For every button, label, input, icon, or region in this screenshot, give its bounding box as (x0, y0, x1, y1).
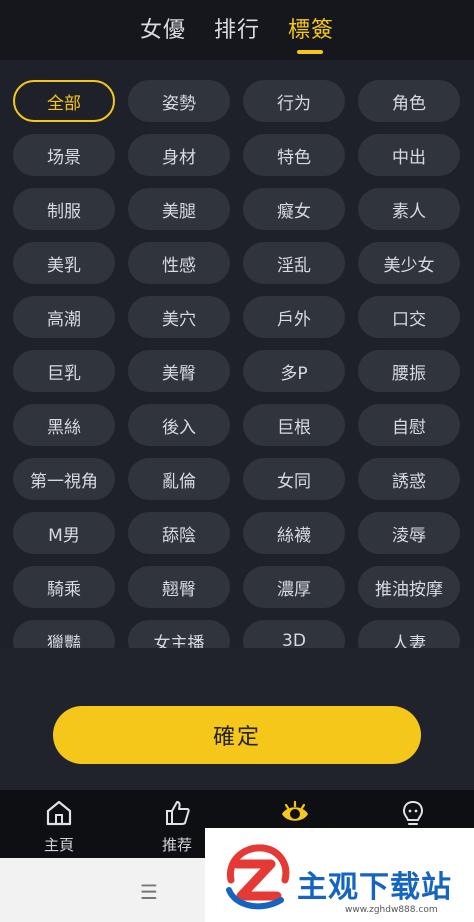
nav-label-home: 主頁 (43, 836, 74, 854)
tag-chip[interactable]: 全部 (13, 80, 115, 122)
tag-chip[interactable]: 女主播 (128, 620, 230, 648)
tag-chip[interactable]: 行为 (243, 80, 345, 122)
tag-chip[interactable]: 美腿 (128, 188, 230, 230)
tag-chip[interactable]: 巨根 (243, 404, 345, 446)
confirm-button[interactable]: 確定 (53, 706, 421, 764)
tag-chip[interactable]: 誘惑 (358, 458, 460, 500)
tag-chip[interactable]: 3D (243, 620, 345, 648)
tag-chip[interactable]: 舔陰 (128, 512, 230, 554)
tag-chip[interactable]: 戶外 (243, 296, 345, 338)
tag-chip[interactable]: 絲襪 (243, 512, 345, 554)
tag-chip[interactable]: 黑絲 (13, 404, 115, 446)
tag-chip[interactable]: 美乳 (13, 242, 115, 284)
tag-chip[interactable]: 癡女 (243, 188, 345, 230)
tab-ranking[interactable]: 排行 (214, 12, 260, 44)
tag-chip[interactable]: 美臀 (128, 350, 230, 392)
watermark-url: www.zghdw888.com (345, 905, 438, 915)
tag-chip[interactable]: 身材 (128, 134, 230, 176)
watermark-logo-icon (226, 844, 290, 910)
thumbs-up-icon (166, 801, 190, 825)
tag-chip[interactable]: 淫乱 (243, 242, 345, 284)
tag-chip[interactable]: 人妻 (358, 620, 460, 648)
tag-chip[interactable]: 腰振 (358, 350, 460, 392)
tag-chip[interactable]: 自慰 (358, 404, 460, 446)
tag-chip[interactable]: 美少女 (358, 242, 460, 284)
tab-actresses[interactable]: 女優 (140, 12, 186, 44)
tab-tags[interactable]: 標簽 (288, 12, 334, 44)
tag-chip[interactable]: 美穴 (128, 296, 230, 338)
tag-chip[interactable]: 多P (243, 350, 345, 392)
menu-icon[interactable]: ☰ (140, 880, 158, 904)
tag-chip[interactable]: 推油按摩 (358, 566, 460, 608)
watermark-title: 主观下载站 (297, 870, 452, 905)
tag-grid: 全部 姿勢 行为 角色场景 身材 特色 中出制服 美腿 癡女 素人美乳 性感 淫乱 美少女高潮 美穴 戶外口… (0, 60, 474, 648)
tag-chip[interactable]: 翹臀 (128, 566, 230, 608)
tag-chip[interactable]: 场景 (13, 134, 115, 176)
home-icon (46, 800, 72, 826)
tag-chip[interactable]: 巨乳 (13, 350, 115, 392)
top-tab-bar: 女優 排行 標簽 (0, 0, 474, 60)
tag-chip[interactable]: 性感 (128, 242, 230, 284)
tag-chip[interactable]: 角色 (358, 80, 460, 122)
tag-chip[interactable]: 特色 (243, 134, 345, 176)
tag-chip[interactable]: 濃厚 (243, 566, 345, 608)
tag-chip[interactable]: 姿勢 (128, 80, 230, 122)
tag-chip[interactable]: 女同 (243, 458, 345, 500)
tag-chip[interactable]: 中出 (358, 134, 460, 176)
tag-chip[interactable]: 騎乘 (13, 566, 115, 608)
tag-chip[interactable]: 淩辱 (358, 512, 460, 554)
tag-chip[interactable]: 獵豔 (13, 620, 115, 648)
tag-chip[interactable]: 素人 (358, 188, 460, 230)
nav-item-home[interactable]: 主頁 (0, 790, 118, 858)
tag-chip[interactable]: 口交 (358, 296, 460, 338)
tag-chip[interactable]: 高潮 (13, 296, 115, 338)
tag-chip[interactable]: 第一視角 (13, 458, 115, 500)
lightbulb-icon (402, 800, 424, 825)
tag-chip[interactable]: 後入 (128, 404, 230, 446)
tag-chip[interactable]: 亂倫 (128, 458, 230, 500)
tag-chip[interactable]: 制服 (13, 188, 115, 230)
tag-chip[interactable]: M男 (13, 512, 115, 554)
eye-icon (282, 800, 308, 821)
watermark: 主观下载站 www.zghdw888.com (205, 828, 474, 922)
active-tab-indicator (297, 50, 323, 54)
